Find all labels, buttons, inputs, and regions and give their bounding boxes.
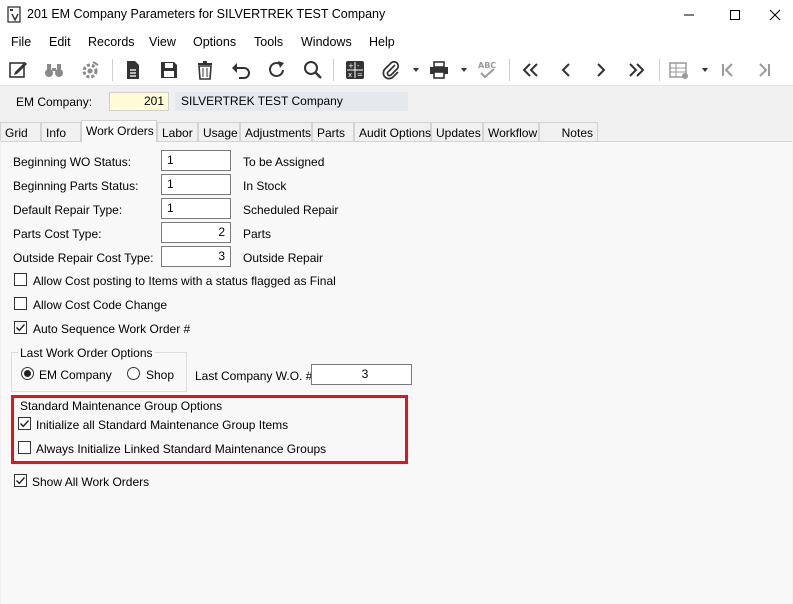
beginning-parts-status-desc: In Stock bbox=[243, 179, 287, 193]
outside-repair-cost-type-desc: Outside Repair bbox=[243, 251, 324, 265]
previous-record-icon[interactable] bbox=[554, 58, 578, 82]
last-icon[interactable] bbox=[752, 58, 776, 82]
beginning-wo-status-desc: To be Assigned bbox=[243, 155, 325, 169]
refresh-icon[interactable] bbox=[265, 58, 289, 82]
tab-usage[interactable]: Usage bbox=[198, 122, 240, 141]
search-icon[interactable] bbox=[301, 58, 325, 82]
tab-adjustments[interactable]: Adjustments bbox=[240, 122, 312, 141]
allow-cost-code-change-checkbox[interactable] bbox=[14, 297, 27, 310]
attach-icon[interactable] bbox=[379, 58, 403, 82]
edit-icon[interactable] bbox=[6, 58, 30, 82]
tab-notes[interactable]: Notes bbox=[539, 122, 598, 141]
svg-text:=: = bbox=[357, 71, 363, 79]
default-repair-type-desc: Scheduled Repair bbox=[243, 203, 339, 217]
tab-parts[interactable]: Parts bbox=[312, 122, 354, 141]
print-dropdown-arrow[interactable] bbox=[461, 68, 467, 72]
maximize-button[interactable] bbox=[712, 0, 758, 30]
init-all-std-maint-checkbox[interactable] bbox=[18, 417, 31, 430]
attach-dropdown-arrow[interactable] bbox=[413, 68, 419, 72]
spellcheck-icon[interactable]: ABC bbox=[475, 58, 499, 82]
menu-records[interactable]: Records bbox=[88, 35, 135, 49]
print-icon[interactable] bbox=[427, 58, 451, 82]
tab-bar: Grid Info Work Orders Labor Usage Adjust… bbox=[0, 120, 793, 142]
std-maint-group-title: Standard Maintenance Group Options bbox=[20, 399, 223, 413]
beginning-parts-status-input[interactable]: 1 bbox=[161, 174, 231, 195]
allow-cost-code-change-label: Allow Cost Code Change bbox=[33, 298, 168, 312]
toolbar: + - x = ABC bbox=[0, 54, 793, 86]
first-icon[interactable] bbox=[716, 58, 740, 82]
always-init-linked-label: Always Initialize Linked Standard Mainte… bbox=[36, 442, 327, 456]
settings-icon[interactable] bbox=[78, 58, 102, 82]
show-all-work-orders-checkbox[interactable] bbox=[14, 474, 27, 487]
outside-repair-cost-type-label: Outside Repair Cost Type: bbox=[13, 251, 154, 265]
allow-cost-posting-label: Allow Cost posting to Items with a statu… bbox=[33, 274, 336, 288]
auto-sequence-wo-label: Auto Sequence Work Order # bbox=[33, 322, 191, 336]
beginning-parts-status-label: Beginning Parts Status: bbox=[13, 179, 139, 193]
next-record-icon[interactable] bbox=[589, 58, 613, 82]
shop-radio-label: Shop bbox=[146, 368, 175, 382]
document-icon[interactable] bbox=[121, 58, 145, 82]
tab-updates[interactable]: Updates bbox=[431, 122, 483, 141]
save-icon[interactable] bbox=[157, 58, 181, 82]
last-wo-options-title: Last Work Order Options bbox=[18, 346, 155, 360]
minimize-button[interactable] bbox=[666, 0, 712, 30]
menu-help[interactable]: Help bbox=[369, 35, 395, 49]
beginning-wo-status-label: Beginning WO Status: bbox=[13, 155, 132, 169]
parts-cost-type-input[interactable]: 2 bbox=[161, 222, 231, 243]
last-company-wo-input[interactable]: 3 bbox=[311, 364, 412, 385]
close-button[interactable] bbox=[757, 0, 793, 30]
last-record-icon[interactable] bbox=[625, 58, 649, 82]
tab-labor[interactable]: Labor bbox=[157, 122, 198, 141]
beginning-wo-status-input[interactable]: 1 bbox=[161, 150, 231, 171]
svg-text:x: x bbox=[348, 71, 352, 79]
company-name-display: SILVERTREK TEST Company bbox=[175, 92, 408, 111]
em-company-radio-label: EM Company bbox=[39, 368, 112, 382]
tab-info[interactable]: Info bbox=[41, 122, 81, 141]
em-company-label: EM Company: bbox=[16, 95, 93, 109]
check-icon bbox=[16, 324, 26, 332]
first-record-icon[interactable] bbox=[518, 58, 542, 82]
calculator-icon[interactable]: + - x = bbox=[343, 58, 367, 82]
init-all-std-maint-label: Initialize all Standard Maintenance Grou… bbox=[36, 418, 289, 432]
tab-workflow[interactable]: Workflow bbox=[483, 122, 539, 141]
parts-cost-type-label: Parts Cost Type: bbox=[13, 227, 102, 241]
outside-repair-cost-type-input[interactable]: 3 bbox=[161, 246, 231, 267]
parts-cost-type-desc: Parts bbox=[243, 227, 272, 241]
grid-dropdown-arrow[interactable] bbox=[702, 68, 708, 72]
check-icon bbox=[16, 477, 26, 485]
always-init-linked-checkbox[interactable] bbox=[18, 441, 31, 454]
em-company-input[interactable]: 201 bbox=[109, 92, 169, 111]
tab-grid[interactable]: Grid bbox=[0, 122, 41, 141]
menu-edit[interactable]: Edit bbox=[49, 35, 71, 49]
tab-audit-options[interactable]: Audit Options bbox=[354, 122, 431, 141]
menu-tools[interactable]: Tools bbox=[254, 35, 283, 49]
shop-radio[interactable] bbox=[127, 367, 140, 380]
title-bar: 201 EM Company Parameters for SILVERTREK… bbox=[0, 0, 793, 30]
menu-options[interactable]: Options bbox=[193, 35, 236, 49]
app-icon bbox=[6, 6, 24, 24]
binoculars-icon[interactable] bbox=[42, 58, 66, 82]
default-repair-type-input[interactable]: 1 bbox=[161, 198, 231, 219]
check-icon bbox=[20, 420, 30, 428]
last-company-wo-label: Last Company W.O. #: bbox=[195, 369, 316, 383]
show-all-work-orders-label: Show All Work Orders bbox=[32, 475, 150, 489]
menu-windows[interactable]: Windows bbox=[301, 35, 352, 49]
window-title: 201 EM Company Parameters for SILVERTREK… bbox=[27, 7, 386, 21]
menu-view[interactable]: View bbox=[149, 35, 176, 49]
delete-icon[interactable] bbox=[193, 58, 217, 82]
grid-view-icon[interactable] bbox=[667, 58, 691, 82]
tab-work-orders[interactable]: Work Orders bbox=[81, 120, 157, 142]
svg-text:+: + bbox=[348, 62, 354, 70]
menu-file[interactable]: File bbox=[11, 35, 31, 49]
allow-cost-posting-checkbox[interactable] bbox=[14, 273, 27, 286]
undo-icon[interactable] bbox=[229, 58, 253, 82]
default-repair-type-label: Default Repair Type: bbox=[13, 203, 123, 217]
menu-bar: File Edit Records View Options Tools Win… bbox=[0, 30, 793, 54]
auto-sequence-wo-checkbox[interactable] bbox=[14, 321, 27, 334]
em-company-radio[interactable] bbox=[21, 367, 34, 380]
